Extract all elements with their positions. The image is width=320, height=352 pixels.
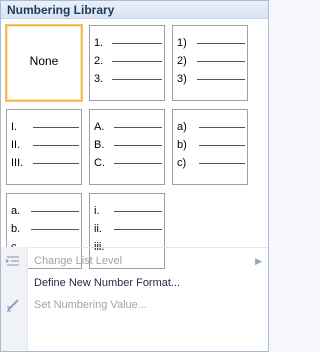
set-value-icon: [5, 297, 21, 313]
panel-title: Numbering Library: [1, 1, 268, 19]
text-line: [199, 145, 245, 146]
text-line: [33, 163, 79, 164]
text-line: [199, 127, 245, 128]
list-number: a.: [11, 205, 21, 217]
change-list-level-label: Change List Level: [34, 255, 123, 267]
list-number: a): [177, 121, 187, 133]
list-number: ii.: [94, 223, 102, 235]
text-line: [197, 61, 245, 62]
text-line: [31, 211, 79, 212]
text-line: [114, 229, 162, 230]
set-numbering-value-label: Set Numbering Value...: [34, 299, 147, 311]
text-line: [114, 145, 162, 146]
list-number: 2): [177, 55, 187, 67]
text-line: [114, 211, 162, 212]
numbering-alpha-upper-tile[interactable]: A. B. C.: [89, 109, 165, 185]
menu-separator: [29, 247, 268, 248]
list-number: b.: [11, 223, 21, 235]
list-number: 1.: [94, 37, 104, 49]
submenu-arrow-icon: ▶: [255, 256, 262, 266]
list-number: 2.: [94, 55, 104, 67]
none-label: None: [29, 54, 59, 68]
list-number: C.: [94, 157, 105, 169]
text-line: [112, 61, 162, 62]
set-numbering-value-item[interactable]: Set Numbering Value...: [1, 294, 268, 316]
text-line: [112, 79, 162, 80]
text-line: [197, 79, 245, 80]
list-number: c): [177, 157, 187, 169]
numbering-1-paren-tile[interactable]: 1) 2) 3): [172, 25, 248, 101]
numbering-roman-upper-tile[interactable]: I. II. III.: [6, 109, 82, 185]
list-number: A.: [94, 121, 105, 133]
text-line: [33, 127, 79, 128]
numbering-none-tile[interactable]: None: [6, 25, 82, 101]
list-number: b): [177, 139, 187, 151]
numbering-library-panel: Numbering Library None 1. 2. 3. 1) 2) 3)…: [0, 0, 269, 352]
list-number: i.: [94, 205, 100, 217]
list-number: 1): [177, 37, 187, 49]
text-line: [112, 43, 162, 44]
change-list-level-item[interactable]: Change List Level ▶: [1, 250, 268, 272]
list-number: III.: [11, 157, 24, 169]
list-number: 3.: [94, 73, 104, 85]
numbering-1-dot-tile[interactable]: 1. 2. 3.: [89, 25, 165, 101]
numbering-alpha-paren-tile[interactable]: a) b) c): [172, 109, 248, 185]
text-line: [31, 229, 79, 230]
define-new-number-format-item[interactable]: Define New Number Format...: [1, 272, 268, 294]
change-level-icon: [5, 253, 21, 269]
text-line: [33, 145, 79, 146]
text-line: [197, 43, 245, 44]
list-number: B.: [94, 139, 105, 151]
list-number: II.: [11, 139, 21, 151]
define-new-number-format-label: Define New Number Format...: [34, 277, 181, 289]
list-number: 3): [177, 73, 187, 85]
text-line: [199, 163, 245, 164]
text-line: [114, 127, 162, 128]
list-number: I.: [11, 121, 18, 133]
text-line: [114, 163, 162, 164]
